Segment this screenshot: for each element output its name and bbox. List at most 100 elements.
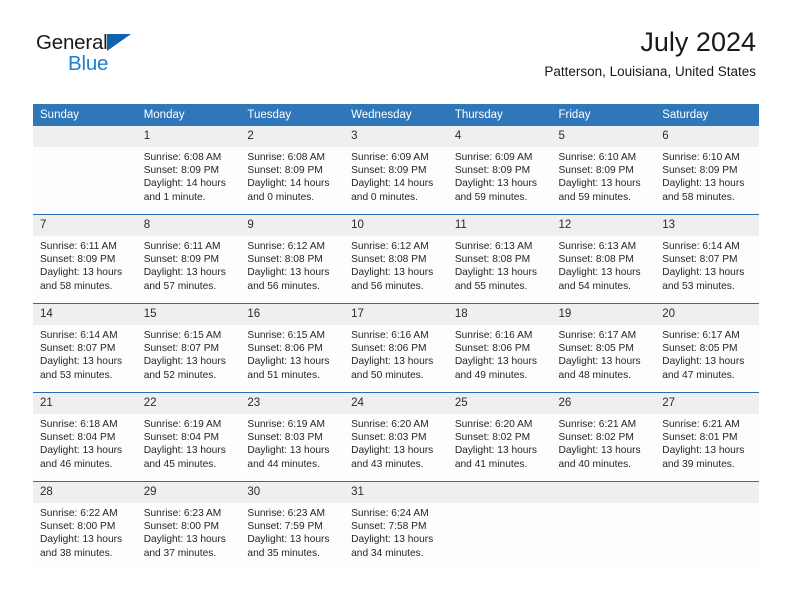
calendar-day-cell[interactable]: 13 Sunrise: 6:14 AM Sunset: 8:07 PM Dayligh… bbox=[655, 214, 759, 304]
sunset-text: Sunset: 8:09 PM bbox=[40, 254, 116, 266]
sunset-text: Sunset: 8:04 PM bbox=[40, 432, 116, 444]
calendar-day-cell[interactable]: 4 Sunrise: 6:09 AM Sunset: 8:09 PM Daylight… bbox=[447, 126, 552, 215]
daylight-text-line1: Daylight: 13 hours bbox=[558, 267, 641, 279]
calendar-day-cell[interactable]: 22 Sunrise: 6:19 AM Sunset: 8:04 PM Dayligh… bbox=[136, 392, 241, 482]
calendar-day-cell[interactable]: 15 Sunrise: 6:15 AM Sunset: 8:07 PM Dayligh… bbox=[136, 303, 241, 393]
daylight-text-line1: Daylight: 13 hours bbox=[143, 445, 226, 457]
day-number: 8 bbox=[136, 215, 241, 236]
sunset-text: Sunset: 8:00 PM bbox=[40, 521, 116, 533]
calendar-day-cell[interactable]: 10 Sunrise: 6:12 AM Sunset: 8:08 PM Dayligh… bbox=[344, 214, 448, 304]
weekday-header-saturday: Saturday bbox=[655, 104, 759, 126]
calendar-day-cell[interactable]: 14 Sunrise: 6:14 AM Sunset: 8:07 PM Dayligh… bbox=[33, 303, 137, 393]
day-number: 7 bbox=[33, 215, 137, 236]
calendar-day-cell[interactable]: 21 Sunrise: 6:18 AM Sunset: 8:04 PM Dayligh… bbox=[33, 392, 137, 482]
daylight-text-line2: and 39 minutes. bbox=[662, 458, 735, 470]
calendar-day-cell[interactable]: 31 Sunrise: 6:24 AM Sunset: 7:58 PM Dayligh… bbox=[344, 481, 448, 570]
calendar-day-cell[interactable]: 16 Sunrise: 6:15 AM Sunset: 8:06 PM Dayligh… bbox=[240, 303, 345, 393]
day-details: Sunrise: 6:19 AM Sunset: 8:03 PM Daylight:… bbox=[240, 414, 344, 471]
sunrise-text: Sunrise: 6:16 AM bbox=[454, 330, 533, 341]
calendar-day-cell[interactable]: 27 Sunrise: 6:21 AM Sunset: 8:01 PM Dayligh… bbox=[655, 392, 759, 482]
sunrise-text: Sunrise: 6:21 AM bbox=[558, 419, 637, 430]
sunrise-text: Sunrise: 6:24 AM bbox=[351, 508, 429, 519]
title-block: July 2024 Patterson, Louisiana, United S… bbox=[544, 26, 756, 81]
daylight-text-line1: Daylight: 13 hours bbox=[247, 356, 330, 368]
calendar-day-cell[interactable]: 8 Sunrise: 6:11 AM Sunset: 8:09 PM Daylight… bbox=[136, 214, 241, 304]
day-number: 22 bbox=[136, 393, 241, 414]
calendar-table: Sunday Monday Tuesday Wednesday Thursday… bbox=[33, 104, 759, 570]
calendar-day-cell[interactable]: 12 Sunrise: 6:13 AM Sunset: 8:08 PM Dayligh… bbox=[551, 214, 656, 304]
calendar-day-cell-empty bbox=[447, 481, 552, 570]
daylight-text-line2: and 41 minutes. bbox=[454, 458, 528, 470]
calendar-day-cell[interactable]: 9 Sunrise: 6:12 AM Sunset: 8:08 PM Daylight… bbox=[240, 214, 345, 304]
day-details: Sunrise: 6:16 AM Sunset: 8:06 PM Daylight:… bbox=[344, 325, 448, 382]
calendar-day-cell[interactable]: 18 Sunrise: 6:16 AM Sunset: 8:06 PM Dayligh… bbox=[447, 303, 552, 393]
calendar-page: General Blue July 2024 Patterson, Louisi… bbox=[0, 0, 792, 612]
day-details: Sunrise: 6:10 AM Sunset: 8:09 PM Daylight:… bbox=[552, 147, 656, 204]
weekday-header-thursday: Thursday bbox=[447, 104, 552, 126]
daylight-text-line1: Daylight: 13 hours bbox=[40, 445, 123, 457]
sunrise-text: Sunrise: 6:16 AM bbox=[351, 330, 429, 341]
general-blue-logo[interactable]: General Blue bbox=[36, 32, 131, 75]
daylight-text-line1: Daylight: 13 hours bbox=[247, 267, 330, 279]
daylight-text-line2: and 59 minutes. bbox=[558, 191, 632, 203]
day-details: Sunrise: 6:12 AM Sunset: 8:08 PM Daylight:… bbox=[344, 236, 448, 293]
calendar-day-cell[interactable]: 29 Sunrise: 6:23 AM Sunset: 8:00 PM Dayligh… bbox=[136, 481, 241, 570]
calendar-week-row: 7 Sunrise: 6:11 AM Sunset: 8:09 PM Daylight… bbox=[33, 214, 759, 304]
calendar-day-cell[interactable]: 3 Sunrise: 6:09 AM Sunset: 8:09 PM Daylight… bbox=[344, 126, 448, 215]
sunrise-text: Sunrise: 6:12 AM bbox=[247, 241, 325, 252]
daylight-text-line1: Daylight: 14 hours bbox=[143, 178, 226, 190]
sunrise-text: Sunrise: 6:10 AM bbox=[662, 152, 740, 163]
daylight-text-line2: and 48 minutes. bbox=[558, 369, 632, 381]
day-number: 5 bbox=[551, 126, 656, 147]
calendar-day-cell[interactable]: 20 Sunrise: 6:17 AM Sunset: 8:05 PM Dayligh… bbox=[655, 303, 759, 393]
calendar-day-cell[interactable]: 30 Sunrise: 6:23 AM Sunset: 7:59 PM Dayligh… bbox=[240, 481, 345, 570]
day-details: Sunrise: 6:13 AM Sunset: 8:08 PM Daylight:… bbox=[448, 236, 552, 293]
sunrise-text: Sunrise: 6:13 AM bbox=[454, 241, 533, 252]
daylight-text-line1: Daylight: 13 hours bbox=[143, 267, 226, 279]
calendar-day-cell[interactable]: 23 Sunrise: 6:19 AM Sunset: 8:03 PM Dayligh… bbox=[240, 392, 345, 482]
day-number: 14 bbox=[33, 304, 137, 325]
page-subtitle: Patterson, Louisiana, United States bbox=[544, 64, 756, 79]
calendar-day-cell[interactable]: 2 Sunrise: 6:08 AM Sunset: 8:09 PM Daylight… bbox=[240, 126, 345, 215]
day-details: Sunrise: 6:09 AM Sunset: 8:09 PM Daylight:… bbox=[344, 147, 448, 204]
sunset-text: Sunset: 8:08 PM bbox=[351, 254, 427, 266]
calendar-day-cell[interactable]: 7 Sunrise: 6:11 AM Sunset: 8:09 PM Daylight… bbox=[33, 214, 137, 304]
logo-top-row: General bbox=[36, 32, 131, 53]
day-number: 12 bbox=[551, 215, 656, 236]
day-details: Sunrise: 6:17 AM Sunset: 8:05 PM Daylight:… bbox=[655, 325, 759, 382]
calendar-header-row: Sunday Monday Tuesday Wednesday Thursday… bbox=[33, 104, 759, 126]
calendar-day-cell[interactable]: 6 Sunrise: 6:10 AM Sunset: 8:09 PM Daylight… bbox=[655, 126, 759, 215]
day-details: Sunrise: 6:12 AM Sunset: 8:08 PM Daylight:… bbox=[240, 236, 344, 293]
day-number: 15 bbox=[136, 304, 241, 325]
sunrise-text: Sunrise: 6:15 AM bbox=[247, 330, 325, 341]
sunset-text: Sunset: 8:06 PM bbox=[247, 343, 323, 355]
calendar-day-cell[interactable]: 25 Sunrise: 6:20 AM Sunset: 8:02 PM Dayligh… bbox=[447, 392, 552, 482]
sunset-text: Sunset: 8:04 PM bbox=[143, 432, 220, 444]
daylight-text-line2: and 55 minutes. bbox=[454, 280, 528, 292]
day-details: Sunrise: 6:16 AM Sunset: 8:06 PM Daylight:… bbox=[448, 325, 552, 382]
sunset-text: Sunset: 8:08 PM bbox=[558, 254, 634, 266]
daylight-text-line2: and 44 minutes. bbox=[247, 458, 320, 470]
calendar-day-cell[interactable]: 17 Sunrise: 6:16 AM Sunset: 8:06 PM Dayligh… bbox=[344, 303, 448, 393]
day-details: Sunrise: 6:09 AM Sunset: 8:09 PM Daylight:… bbox=[448, 147, 552, 204]
calendar-day-cell[interactable]: 24 Sunrise: 6:20 AM Sunset: 8:03 PM Dayligh… bbox=[344, 392, 448, 482]
calendar-day-cell-empty bbox=[655, 481, 759, 570]
sunset-text: Sunset: 8:09 PM bbox=[247, 165, 323, 177]
sunset-text: Sunset: 8:09 PM bbox=[143, 254, 220, 266]
daylight-text-line2: and 34 minutes. bbox=[351, 547, 424, 559]
calendar-day-cell[interactable]: 28 Sunrise: 6:22 AM Sunset: 8:00 PM Dayligh… bbox=[33, 481, 137, 570]
sunrise-text: Sunrise: 6:11 AM bbox=[143, 241, 221, 252]
daylight-text-line2: and 58 minutes. bbox=[40, 280, 113, 292]
calendar-day-cell[interactable]: 11 Sunrise: 6:13 AM Sunset: 8:08 PM Dayligh… bbox=[447, 214, 552, 304]
calendar-day-cell[interactable]: 5 Sunrise: 6:10 AM Sunset: 8:09 PM Daylight… bbox=[551, 126, 656, 215]
day-details: Sunrise: 6:14 AM Sunset: 8:07 PM Daylight:… bbox=[33, 325, 137, 382]
calendar-day-cell[interactable]: 26 Sunrise: 6:21 AM Sunset: 8:02 PM Dayligh… bbox=[551, 392, 656, 482]
sunset-text: Sunset: 8:08 PM bbox=[454, 254, 531, 266]
day-number: 16 bbox=[240, 304, 345, 325]
daylight-text-line2: and 54 minutes. bbox=[558, 280, 632, 292]
day-details: Sunrise: 6:23 AM Sunset: 7:59 PM Daylight:… bbox=[240, 503, 344, 560]
calendar-week-row: 28 Sunrise: 6:22 AM Sunset: 8:00 PM Dayligh… bbox=[33, 481, 759, 570]
calendar-day-cell[interactable]: 1 Sunrise: 6:08 AM Sunset: 8:09 PM Daylight… bbox=[136, 126, 241, 215]
daylight-text-line1: Daylight: 13 hours bbox=[558, 445, 641, 457]
calendar-day-cell[interactable]: 19 Sunrise: 6:17 AM Sunset: 8:05 PM Dayligh… bbox=[551, 303, 656, 393]
